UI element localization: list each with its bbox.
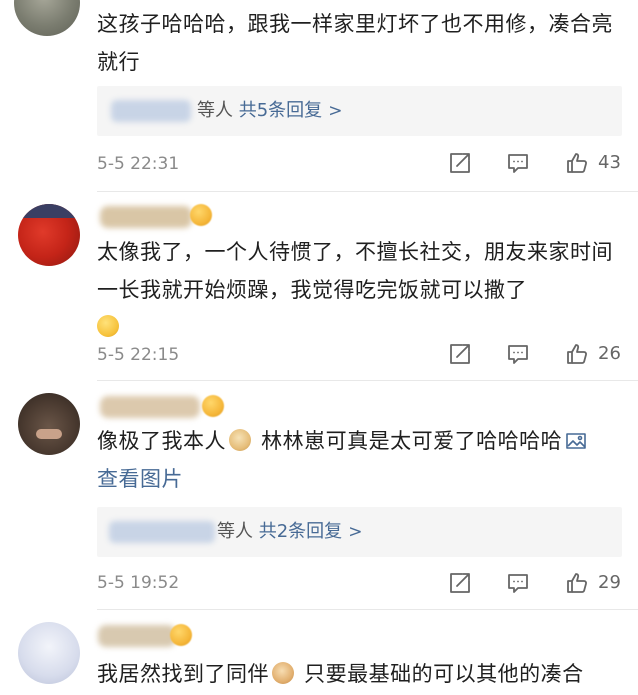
vip-badge-icon [190, 204, 212, 226]
avatar[interactable] [18, 622, 80, 684]
avatar[interactable] [18, 204, 80, 266]
reply-suffix: 等人 [217, 521, 259, 542]
reply-usernames-blurred [111, 100, 191, 122]
username-blurred[interactable] [98, 625, 176, 647]
thumbs-up-icon[interactable] [565, 342, 589, 366]
comment-text: 像极了我本人 [97, 429, 226, 453]
divider [97, 380, 638, 381]
comment-text-continued: 林林崽可真是太可爱了哈哈哈哈 [254, 429, 563, 453]
comment-timestamp: 5-5 22:15 [97, 345, 180, 365]
comment-icon[interactable] [506, 571, 530, 595]
reply-suffix: 等人 [197, 100, 239, 121]
comment-text: 我居然找到了同伴 [97, 662, 269, 686]
reply-summary[interactable]: 等人 共2条回复 > [97, 507, 622, 557]
comment-timestamp: 5-5 19:52 [97, 573, 180, 593]
thumbs-up-icon[interactable] [565, 151, 589, 175]
chevron-right-icon: > [328, 101, 343, 121]
share-icon[interactable] [448, 342, 472, 366]
vip-badge-icon [170, 624, 192, 646]
avatar[interactable] [14, 0, 80, 36]
share-icon[interactable] [448, 571, 472, 595]
reply-count-link[interactable]: 共5条回复 [239, 100, 322, 121]
doge-emoji-icon [229, 429, 251, 451]
share-icon[interactable] [448, 151, 472, 175]
reply-usernames-blurred [109, 521, 215, 543]
divider [97, 609, 638, 610]
username-blurred[interactable] [100, 206, 192, 228]
image-icon [566, 433, 586, 449]
like-count: 29 [598, 572, 621, 593]
like-count: 43 [598, 152, 621, 173]
username-blurred[interactable] [100, 396, 200, 418]
reply-count-link[interactable]: 共2条回复 [259, 521, 342, 542]
divider [97, 191, 638, 192]
avatar[interactable] [18, 393, 80, 455]
comment-text: 太像我了，一个人待惯了，不擅长社交，朋友来家时间一长我就开始烦躁，我觉得吃完饭就… [97, 240, 613, 302]
comment-icon[interactable] [506, 342, 530, 366]
like-count: 26 [598, 343, 621, 364]
view-image-link[interactable]: 查看图片 [97, 467, 183, 491]
laughing-emoji-icon [97, 315, 119, 337]
comment-text: 这孩子哈哈哈，跟我一样家里灯坏了也不用修，凑合亮就行 [97, 12, 613, 74]
comment-timestamp: 5-5 22:31 [97, 154, 180, 174]
comment-icon[interactable] [506, 151, 530, 175]
comment-text-continued: 只要最基础的可以其他的凑合 [297, 662, 584, 686]
vip-badge-icon [202, 395, 224, 417]
chevron-right-icon: > [348, 522, 363, 542]
reply-summary[interactable]: 等人 共5条回复 > [97, 86, 622, 136]
thumbs-up-icon[interactable] [565, 571, 589, 595]
cat-emoji-icon [272, 662, 294, 684]
